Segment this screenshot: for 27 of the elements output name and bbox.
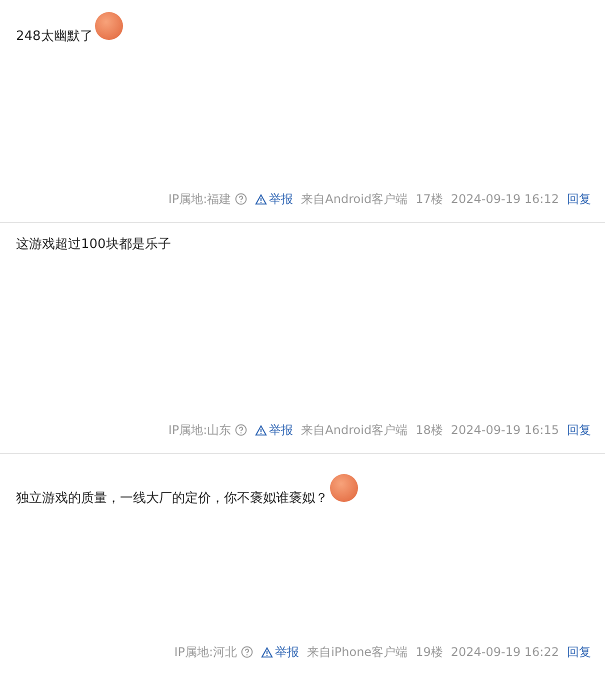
warning-icon [255,424,268,436]
floor-number: 17楼 [416,191,443,208]
floor-number: 19楼 [416,644,443,661]
help-icon[interactable] [235,424,248,436]
client-source: 来自iPhone客户端 [307,644,408,661]
ip-location: IP属地:福建 [168,191,232,208]
help-icon[interactable] [235,193,248,205]
reply-link[interactable]: 回复 [567,643,591,661]
report-link[interactable]: 举报 [255,190,294,208]
post-text: 248太幽默了 [16,28,93,46]
warning-icon [261,646,274,658]
ip-location: IP属地:河北 [174,644,238,661]
post-time: 2024-09-19 16:12 [450,191,559,208]
post-text: 这游戏超过100块都是乐子 [16,236,171,254]
report-link[interactable]: 举报 [255,421,294,439]
reply-link[interactable]: 回复 [567,190,591,208]
post-time: 2024-09-19 16:22 [450,644,559,661]
client-source: 来自Android客户端 [301,422,408,439]
ip-location: IP属地:山东 [168,422,232,439]
floor-number: 18楼 [416,422,443,439]
post-text: 独立游戏的质量，一线大厂的定价，你不褒姒谁褒姒？ [16,490,328,508]
warning-icon [255,194,268,204]
reply-link[interactable]: 回复 [567,421,591,439]
post-time: 2024-09-19 16:15 [450,422,559,439]
report-link[interactable]: 举报 [261,643,300,661]
help-icon[interactable] [241,646,254,658]
client-source: 来自Android客户端 [301,191,408,208]
